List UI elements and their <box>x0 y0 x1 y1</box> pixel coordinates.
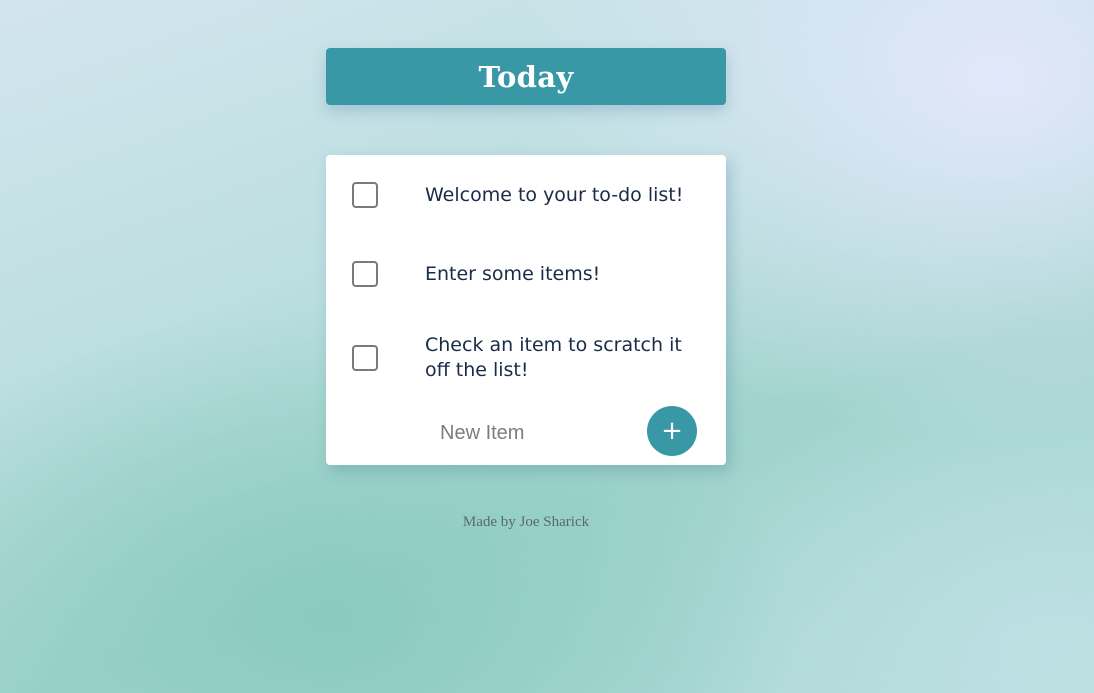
item-label: Welcome to your to-do list! <box>425 184 684 206</box>
item-label: Check an item to scratch it off the list… <box>425 334 682 381</box>
page-title: Today <box>478 59 574 94</box>
footer-credit: Made by Joe Sharick <box>462 514 590 530</box>
item-checkbox[interactable] <box>352 261 378 287</box>
todo-list-box: Welcome to your to-do list! Enter some i… <box>326 155 726 465</box>
add-item-button[interactable]: + <box>647 406 697 456</box>
list-item: Enter some items! <box>326 260 726 290</box>
item-checkbox[interactable] <box>352 345 378 371</box>
list-item: Check an item to scratch it off the list… <box>326 332 726 386</box>
item-label: Enter some items! <box>425 263 601 285</box>
item-checkbox[interactable] <box>352 182 378 208</box>
new-item-input[interactable] <box>440 418 630 448</box>
heading-box: Today <box>326 48 726 105</box>
list-item: Welcome to your to-do list! <box>326 181 726 211</box>
